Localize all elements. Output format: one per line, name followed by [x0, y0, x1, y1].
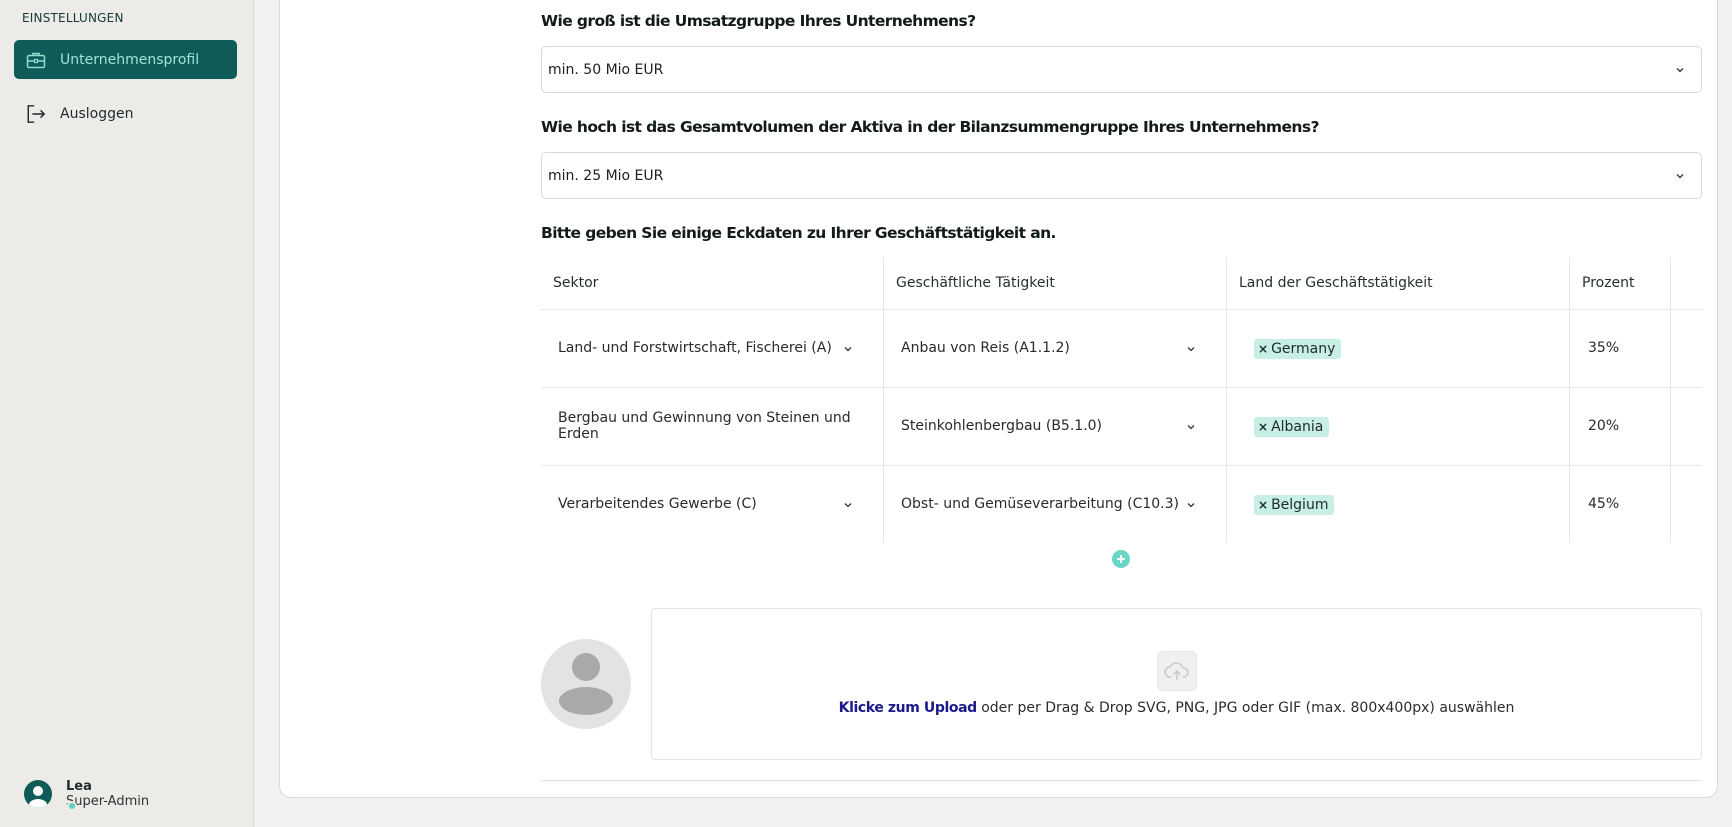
revenue-select[interactable]: min. 50 Mio EUR — [541, 46, 1702, 93]
activity-select[interactable]: Steinkohlenbergbau (B5.1.0) — [901, 387, 1201, 465]
chevron-down-icon — [1676, 173, 1684, 178]
user-name: Lea — [66, 779, 92, 794]
chevron-down-icon — [1187, 347, 1195, 352]
sidebar-section-title: EINSTELLUNGEN — [22, 11, 124, 25]
user-profile[interactable]: Lea Super-Admin — [24, 779, 150, 811]
briefcase-icon — [26, 50, 46, 70]
country-chip-label: Belgium — [1271, 497, 1329, 513]
chevron-down-icon — [1676, 67, 1684, 72]
assets-question: Wie hoch ist das Gesamtvolumen der Aktiv… — [541, 118, 1319, 136]
logout-icon — [26, 104, 46, 124]
assets-select-value: min. 25 Mio EUR — [548, 167, 664, 184]
column-divider — [883, 257, 884, 543]
sector-select[interactable]: Verarbeitendes Gewerbe (C) — [558, 465, 858, 543]
country-chip[interactable]: × Belgium — [1254, 495, 1335, 515]
company-logo-placeholder — [541, 639, 631, 729]
upload-link[interactable]: Klicke zum Upload — [839, 700, 978, 716]
sector-value: Land- und Forstwirtschaft, Fischerei (A) — [558, 340, 832, 356]
plus-icon — [1117, 555, 1125, 563]
country-chip[interactable]: × Germany — [1254, 339, 1342, 359]
country-chip-label: Germany — [1271, 341, 1336, 357]
sidebar: EINSTELLUNGEN Unternehmensprofil Auslogg… — [0, 0, 254, 827]
revenue-question: Wie groß ist die Umsatzgruppe Ihres Unte… — [541, 12, 976, 30]
percent-value[interactable]: 45% — [1588, 465, 1619, 543]
sector-value: Verarbeitendes Gewerbe (C) — [558, 496, 757, 512]
sidebar-item-ausloggen[interactable]: Ausloggen — [14, 94, 237, 133]
percent-value[interactable]: 20% — [1588, 387, 1619, 465]
remove-chip-icon[interactable]: × — [1258, 420, 1268, 434]
chevron-down-icon — [844, 347, 852, 352]
sector-select[interactable]: Bergbau und Gewinnung von Steinen und Er… — [558, 387, 878, 465]
upload-dropzone[interactable]: Klicke zum Upload oder per Drag & Drop S… — [651, 608, 1702, 760]
column-header-sector: Sektor — [541, 257, 884, 310]
activity-value: Obst- und Gemüseverarbeitung (C10.3) — [901, 496, 1179, 512]
business-activity-table: Sektor Geschäftliche Tätigkeit Land der … — [541, 257, 1702, 543]
revenue-select-value: min. 50 Mio EUR — [548, 61, 664, 78]
cloud-upload-icon — [1157, 651, 1197, 691]
country-chip[interactable]: × Albania — [1254, 417, 1330, 437]
column-header-country: Land der Geschäftstätigkeit — [1227, 257, 1570, 310]
sidebar-item-label: Ausloggen — [60, 105, 134, 122]
sidebar-item-label: Unternehmensprofil — [60, 51, 200, 68]
remove-chip-icon[interactable]: × — [1258, 498, 1268, 512]
column-header-percent: Prozent — [1570, 257, 1702, 310]
online-status-indicator — [67, 801, 77, 811]
user-role: Super-Admin — [66, 794, 150, 809]
column-divider — [1569, 257, 1570, 543]
upload-hint: oder per Drag & Drop SVG, PNG, JPG oder … — [976, 700, 1515, 716]
remove-chip-icon[interactable]: × — [1258, 342, 1268, 356]
divider — [541, 780, 1702, 781]
activity-select[interactable]: Obst- und Gemüseverarbeitung (C10.3) — [901, 465, 1201, 543]
country-chip-label: Albania — [1271, 419, 1324, 435]
activity-value: Anbau von Reis (A1.1.2) — [901, 340, 1070, 356]
column-header-activity: Geschäftliche Tätigkeit — [884, 257, 1227, 310]
chevron-down-icon — [1187, 425, 1195, 430]
assets-select[interactable]: min. 25 Mio EUR — [541, 152, 1702, 199]
upload-instructions: Klicke zum Upload oder per Drag & Drop S… — [652, 700, 1701, 716]
sector-select[interactable]: Land- und Forstwirtschaft, Fischerei (A) — [558, 309, 858, 387]
avatar — [24, 780, 52, 808]
sidebar-item-unternehmensprofil[interactable]: Unternehmensprofil — [14, 40, 237, 79]
activity-select[interactable]: Anbau von Reis (A1.1.2) — [901, 309, 1201, 387]
chevron-down-icon — [1187, 503, 1195, 508]
add-row-button[interactable] — [1112, 550, 1130, 568]
sector-value: Bergbau und Gewinnung von Steinen und Er… — [558, 410, 851, 442]
activity-value: Steinkohlenbergbau (B5.1.0) — [901, 418, 1103, 434]
business-data-question: Bitte geben Sie einige Eckdaten zu Ihrer… — [541, 224, 1056, 242]
percent-value[interactable]: 35% — [1588, 309, 1619, 387]
chevron-down-icon — [844, 503, 852, 508]
column-divider — [1670, 257, 1671, 543]
column-divider — [1226, 257, 1227, 543]
